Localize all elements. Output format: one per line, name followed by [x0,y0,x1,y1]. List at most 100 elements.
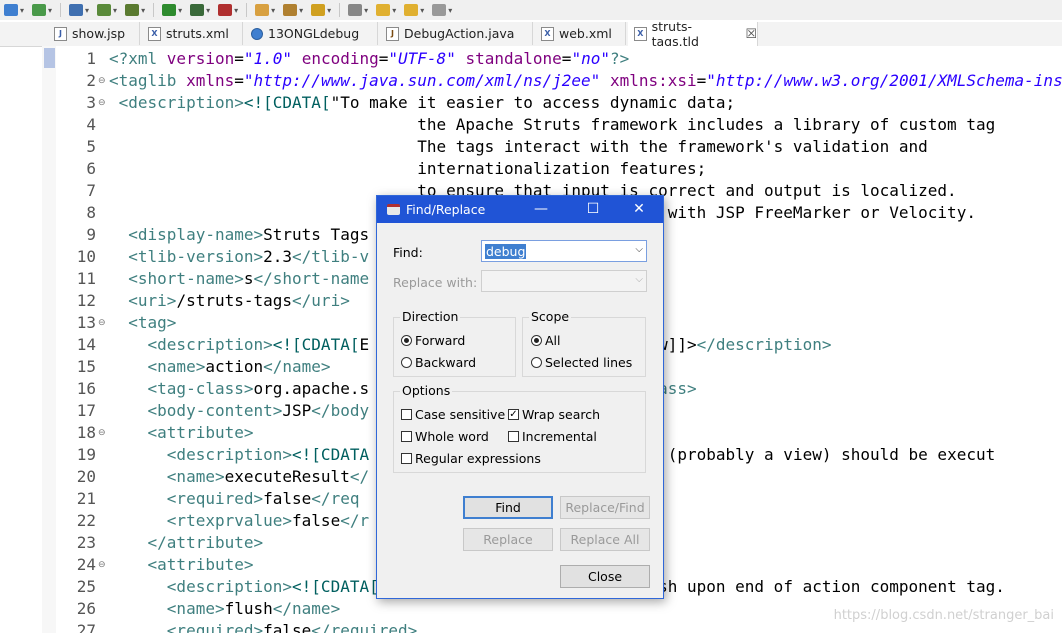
dropdown-arrow-icon[interactable]: ▾ [420,6,424,15]
radio-indicator[interactable] [401,335,412,346]
code-line[interactable]: the Apache Struts framework includes a l… [109,114,995,136]
code-line[interactable]: <attribute> [109,554,254,576]
close-tab-icon[interactable]: ☒ [745,27,757,42]
close-icon[interactable]: ✕ [625,199,653,219]
replace-button[interactable]: Replace [463,528,553,551]
radio-indicator[interactable] [531,357,542,368]
checkbox-indicator[interactable] [401,409,412,420]
code-line[interactable]: <description><![CDATA["To make it easier… [109,92,736,114]
tab-web-xml[interactable]: Xweb.xml [535,22,626,45]
dropdown-arrow-icon[interactable]: ▾ [20,6,24,15]
radio-indicator[interactable] [401,357,412,368]
folder-toolbar-button[interactable]: ▾ [253,1,277,19]
dropdown-arrow-icon[interactable]: ▾ [392,6,396,15]
direction-backward-radio[interactable]: Backward [401,355,476,370]
case-sensitive-checkbox[interactable]: Case sensitive [401,407,505,422]
replace-find-button[interactable]: Replace/Find [560,496,650,519]
dropdown-arrow-icon[interactable]: ▾ [448,6,452,15]
dropdown-arrow-icon[interactable]: ▾ [206,6,210,15]
code-line[interactable]: <required>false</req [109,488,360,510]
annotation-toolbar-button[interactable]: ▾ [374,1,398,19]
run-toolbar-button[interactable]: ▾ [160,1,184,19]
code-line[interactable]: <?xml version="1.0" encoding="UTF-8" sta… [109,48,629,70]
find-combo[interactable]: debug ⌵ [481,240,647,262]
code-line[interactable]: <required>false</required> [109,620,417,633]
find-button[interactable]: Find [463,496,553,519]
tab-13ongldebug[interactable]: 13ONGLdebug [245,22,378,45]
checkbox-indicator[interactable] [508,431,519,442]
dropdown-arrow-icon[interactable]: ▾ [85,6,89,15]
tab-debugaction-java[interactable]: J DebugAction.java [380,22,533,45]
debug-toolbar-button[interactable]: ▾ [95,1,119,19]
code-token: xmlns [186,71,235,90]
open-type-toolbar-button[interactable]: ▾ [30,1,54,19]
code-line[interactable]: <tag> [109,312,176,334]
radio-indicator[interactable] [531,335,542,346]
scope-all-radio[interactable]: All [531,333,561,348]
new-toolbar-button[interactable]: ▾ [2,1,26,19]
tool-toolbar-button[interactable]: ▾ [216,1,240,19]
regular-expressions-checkbox[interactable]: Regular expressions [401,451,541,466]
search-toolbar-button[interactable]: ▾ [67,1,91,19]
dropdown-arrow-icon[interactable]: ▾ [299,6,303,15]
checkbox-indicator[interactable] [401,431,412,442]
code-line[interactable]: <short-name>s</short-name [109,268,369,290]
code-token: <required> [166,621,264,633]
code-line[interactable]: <rtexprvalue>false</r [109,510,369,532]
direction-forward-radio[interactable]: Forward [401,333,465,348]
forward-toolbar-button[interactable]: ▾ [430,1,454,19]
code-line[interactable]: <display-name>Struts Tags [109,224,369,246]
fold-toggle-icon[interactable]: ⊖ [98,70,108,92]
dialog-title: Find/Replace [406,202,486,217]
tab-show-jsp[interactable]: Jshow.jsp [48,22,140,45]
dropdown-arrow-icon[interactable]: ▾ [141,6,145,15]
replace-combo[interactable]: ⌵ [481,270,647,292]
dropdown-arrow-icon[interactable]: ▾ [48,6,52,15]
code-line[interactable]: </attribute> [109,532,264,554]
checkbox-indicator[interactable] [401,453,412,464]
pencil-toolbar-button[interactable]: ▾ [309,1,333,19]
dropdown-arrow-icon[interactable]: ▾ [327,6,331,15]
fold-toggle-icon[interactable]: ⊖ [98,312,108,334]
code-line[interactable]: <body-content>JSP</body [109,400,370,422]
package-toolbar-button[interactable]: ▾ [281,1,305,19]
code-line[interactable]: <uri>/struts-tags</uri> [109,290,350,312]
code-line[interactable]: <taglib xmlns="http://www.java.sun.com/x… [109,70,1062,92]
tab-struts-tags-tld[interactable]: Xstruts-tags.tld ☒ [628,19,758,49]
code-line[interactable]: The tags interact with the framework's v… [109,136,928,158]
code-line[interactable]: internationalization features; [109,158,706,180]
options-group: Options Case sensitive ✓ Wrap search Who… [393,383,646,473]
code-line[interactable]: <attribute> [109,422,254,444]
fold-toggle-icon[interactable]: ⊖ [98,554,108,576]
incremental-checkbox[interactable]: Incremental [508,429,597,444]
wrap-search-checkbox[interactable]: ✓ Wrap search [508,407,600,422]
code-line[interactable]: <name>flush</name> [109,598,340,620]
back-toolbar-button[interactable]: ▾ [402,1,426,19]
nav-toolbar-button[interactable]: ▾ [346,1,370,19]
replace-all-button[interactable]: Replace All [560,528,650,551]
fold-toggle-icon[interactable]: ⊖ [98,422,108,444]
find-input-value[interactable]: debug [485,244,527,259]
dropdown-arrow-icon[interactable]: ▾ [271,6,275,15]
scope-selected-lines-radio[interactable]: Selected lines [531,355,632,370]
code-line[interactable]: <name>executeResult</ [109,466,369,488]
dropdown-arrow-icon[interactable]: ▾ [113,6,117,15]
checkbox-indicator[interactable]: ✓ [508,409,519,420]
bug-toolbar-button[interactable]: ▾ [123,1,147,19]
dropdown-arrow-icon[interactable]: ▾ [234,6,238,15]
server-toolbar-button[interactable]: ▾ [188,1,212,19]
code-line[interactable]: <tlib-version>2.3</tlib-v [109,246,369,268]
dropdown-arrow-icon[interactable]: ▾ [364,6,368,15]
tab-struts-xml[interactable]: Xstruts.xml [142,22,243,45]
maximize-icon[interactable]: ☐ [579,199,607,219]
dialog-title-bar[interactable]: Find/Replace — ☐ ✕ [377,196,663,223]
close-button[interactable]: Close [560,565,650,588]
dropdown-arrow-icon[interactable]: ▾ [178,6,182,15]
minimize-icon[interactable]: — [527,199,555,219]
whole-word-checkbox[interactable]: Whole word [401,429,489,444]
chevron-down-icon[interactable]: ⌵ [635,244,643,255]
fold-toggle-icon[interactable]: ⊖ [98,92,108,114]
code-line[interactable]: <name>action</name> [109,356,331,378]
